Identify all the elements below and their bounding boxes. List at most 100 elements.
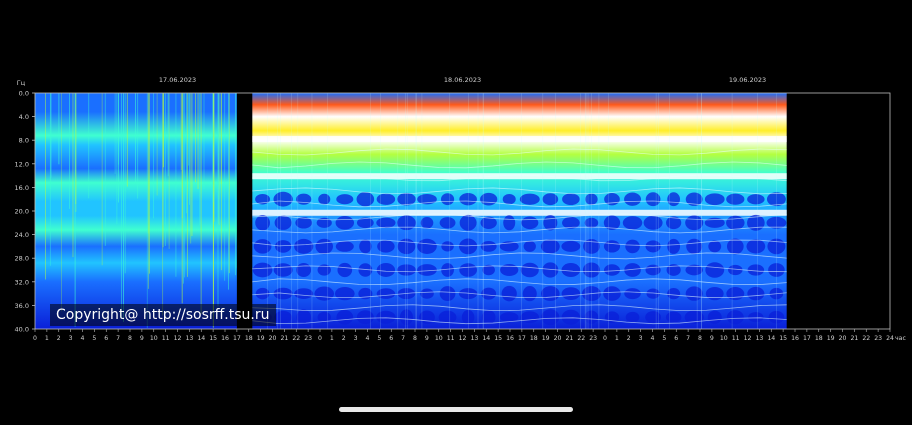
pattern-blob [335, 241, 354, 252]
pattern-blob [625, 239, 640, 254]
pattern-blob [561, 240, 581, 252]
pattern-blob [273, 263, 293, 277]
x-tick-label: 15 [494, 335, 502, 342]
pattern-blob [337, 262, 353, 278]
x-tick-label: 1 [615, 335, 619, 342]
pattern-blob [274, 215, 292, 230]
pattern-blob [459, 193, 477, 206]
x-tick-label: 1 [45, 335, 49, 342]
x-tick-label: 2 [627, 335, 631, 342]
x-tick-label: 8 [128, 335, 132, 342]
pattern-blob [521, 216, 539, 230]
pattern-blob [667, 238, 681, 254]
pattern-blob [543, 215, 558, 231]
y-tick-label: 32.0 [15, 278, 29, 286]
pattern-blob [685, 215, 704, 231]
pattern-blob [459, 238, 478, 255]
pattern-blob [356, 310, 374, 325]
x-tick-label: 18 [815, 335, 823, 342]
pattern-blob [726, 193, 745, 205]
x-tick-label: 11 [162, 335, 170, 342]
x-tick-label: 21 [565, 335, 573, 342]
pattern-blob [665, 311, 682, 323]
x-tick-label: 17 [803, 335, 811, 342]
x-tick-label: 17 [233, 335, 241, 342]
pattern-blob [746, 239, 766, 254]
pattern-blob [439, 217, 456, 229]
y-tick-label: 28.0 [15, 255, 29, 263]
pattern-blob [356, 191, 375, 207]
pattern-blob [294, 238, 314, 254]
x-tick-label: 12 [744, 335, 752, 342]
x-axis-label: час [895, 335, 906, 342]
y-tick-label: 8.0 [19, 137, 29, 145]
pattern-blob [318, 193, 331, 205]
pattern-blob [334, 286, 355, 301]
pattern-blob [520, 311, 540, 324]
x-tick-label: 4 [81, 335, 85, 342]
pattern-blob [645, 192, 661, 207]
x-tick-label: 14 [767, 335, 775, 342]
x-tick-label: 13 [185, 335, 193, 342]
pattern-blob [274, 310, 292, 324]
x-tick-label: 15 [779, 335, 787, 342]
x-tick-label: 8 [698, 335, 702, 342]
pattern-blob [335, 216, 355, 230]
pattern-blob [705, 286, 724, 301]
pattern-blob [624, 288, 641, 300]
x-tick-label: 23 [589, 335, 597, 342]
x-tick-label: 9 [710, 335, 714, 342]
resonance-band-3 [252, 209, 787, 216]
x-tick-label: 4 [366, 335, 370, 342]
pattern-blob [420, 217, 434, 229]
x-tick-label: 23 [874, 335, 882, 342]
pattern-blob [686, 238, 703, 255]
x-tick-label: 19 [827, 335, 835, 342]
pattern-blob [541, 286, 560, 302]
pattern-blob [503, 215, 516, 231]
x-tick-label: 20 [839, 335, 847, 342]
pattern-blob [562, 193, 580, 206]
pattern-blob [376, 288, 396, 299]
pattern-blob [747, 286, 765, 301]
pattern-blob [376, 217, 396, 228]
y-tick-label: 16.0 [15, 184, 29, 192]
pattern-blob [440, 193, 455, 206]
x-tick-label: 9 [140, 335, 144, 342]
pattern-blob [561, 263, 581, 277]
resonance-band-1 [252, 136, 787, 143]
x-tick-label: 6 [389, 335, 393, 342]
x-tick-label: 20 [554, 335, 562, 342]
x-tick-label: 19 [542, 335, 550, 342]
x-tick-label: 0 [33, 335, 37, 342]
pattern-blob [643, 215, 663, 230]
x-tick-label: 2 [342, 335, 346, 342]
pattern-blob [603, 240, 621, 253]
pattern-blob [252, 262, 273, 278]
pattern-blob [704, 193, 725, 206]
pattern-blob [441, 241, 454, 252]
pattern-blob [481, 310, 496, 325]
x-tick-label: 18 [245, 335, 253, 342]
pattern-blob [255, 215, 270, 231]
x-tick-label: 11 [447, 335, 455, 342]
x-tick-label: 5 [662, 335, 666, 342]
x-tick-label: 22 [862, 335, 870, 342]
pattern-blob [667, 287, 681, 300]
spectrogram-chart: 0.0 4.0 8.0 12.0 16.0 20.0 24.0 28.0 32.0 36.0 40.… [0, 0, 912, 421]
pattern-blob [459, 214, 477, 231]
pattern-blob [376, 310, 396, 324]
date-label: 19.06.2023 [729, 76, 766, 84]
pattern-blob [377, 240, 395, 253]
pattern-blob [399, 309, 413, 326]
y-tick-label: 36.0 [15, 302, 29, 310]
x-tick-label: 23 [304, 335, 312, 342]
pattern-blob [461, 310, 475, 325]
y-tick-label: 12.0 [15, 160, 29, 168]
x-tick-label: 13 [470, 335, 478, 342]
x-tick-label: 14 [197, 335, 205, 342]
x-tick-label: 2 [57, 335, 61, 342]
pattern-blob [417, 238, 437, 255]
pattern-blob [459, 263, 477, 277]
date-label: 17.06.2023 [159, 76, 196, 84]
